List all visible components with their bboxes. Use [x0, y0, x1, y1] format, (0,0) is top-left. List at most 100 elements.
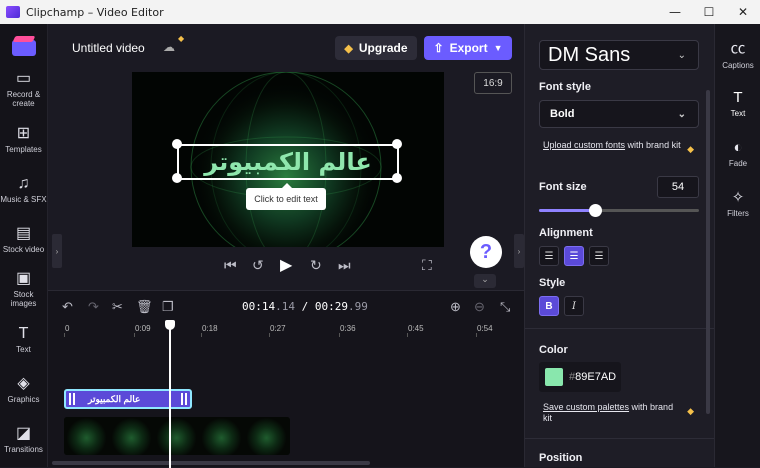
rail-item-label: Captions: [722, 60, 754, 70]
sidebar-item-label: Graphics: [7, 394, 40, 404]
align-center-icon: ☰: [569, 250, 579, 262]
font-family-select[interactable]: DM Sans ⌄: [539, 40, 699, 70]
resize-handle[interactable]: [172, 173, 182, 183]
window-title: Clipchamp – Video Editor: [26, 5, 164, 19]
bold-button[interactable]: B: [539, 296, 559, 316]
text-properties-panel: DM Sans ⌄ Font style Bold ⌄ Upload custo…: [524, 24, 715, 467]
delete-trash-icon[interactable]: 🗑: [136, 299, 153, 315]
ruler-tick-label: 0: [65, 324, 70, 333]
ruler-tick: [64, 333, 65, 337]
fullscreen-icon[interactable]: ⛶: [422, 257, 432, 274]
split-scissors-icon[interactable]: ✂: [112, 299, 123, 315]
italic-button[interactable]: I: [564, 296, 584, 316]
sidebar-item-label: Text: [16, 344, 31, 354]
color-swatch[interactable]: [545, 368, 563, 386]
undo-icon[interactable]: ↶: [62, 299, 73, 315]
zoom-in-icon[interactable]: ⊕: [450, 299, 461, 315]
upload-fonts-link[interactable]: Upload custom fonts: [543, 140, 625, 150]
align-right-button[interactable]: ☰: [589, 246, 609, 266]
rail-item-fade[interactable]: ◐ Fade: [715, 128, 760, 178]
panel-scrollbar[interactable]: [706, 90, 710, 414]
video-preview[interactable]: عالم الكمبيوتر: [132, 72, 444, 247]
sidebar-item-stock-video[interactable]: ▤ Stock video: [0, 214, 47, 264]
rail-item-text[interactable]: T Text: [715, 78, 760, 128]
sidebar-item-graphics[interactable]: ◈ Graphics: [0, 364, 47, 414]
expand-left-panel-icon[interactable]: ›: [52, 234, 62, 268]
close-button[interactable]: ✕: [726, 0, 760, 24]
font-style-select[interactable]: Bold ⌄: [539, 100, 699, 128]
sidebar-item-record-create[interactable]: ▭ Record & create: [0, 64, 47, 114]
preview-text-overlay[interactable]: عالم الكمبيوتر: [177, 144, 399, 180]
duplicate-icon[interactable]: ❐: [162, 299, 174, 315]
rail-item-filters[interactable]: ✧ Filters: [715, 178, 760, 228]
ruler-tick: [476, 333, 477, 337]
sidebar-item-transitions[interactable]: ◪ Transitions: [0, 414, 47, 464]
ruler-tick-label: 0:36: [340, 324, 356, 333]
timecode: 00:14.14 / 00:29.99: [242, 300, 368, 313]
sidebar-item-label: Templates: [5, 144, 42, 154]
upgrade-button[interactable]: ◆ Upgrade: [335, 36, 417, 60]
resize-handle[interactable]: [172, 139, 182, 149]
resize-handle[interactable]: [392, 173, 402, 183]
font-size-input[interactable]: 54: [657, 176, 699, 198]
rewind-5-icon[interactable]: ↺: [252, 257, 264, 274]
chevron-down-icon: ⌄: [677, 108, 686, 120]
time-ruler[interactable]: 0 0:09 0:18 0:27 0:36 0:45 0:54: [48, 321, 524, 337]
color-picker[interactable]: #89E7AD: [539, 362, 621, 392]
redo-icon[interactable]: ↷: [88, 299, 99, 315]
sidebar-item-label: Transitions: [4, 444, 43, 454]
film-icon: ▤: [15, 224, 32, 242]
video-clip[interactable]: [64, 417, 290, 455]
ruler-tick: [407, 333, 408, 337]
play-icon[interactable]: ▶: [280, 255, 292, 275]
video-thumbnail: [244, 417, 289, 455]
upload-fonts-text: Upload custom fonts with brand kit: [543, 140, 683, 151]
skip-back-icon[interactable]: ⏮: [224, 257, 237, 274]
chevron-down-icon: ▼: [493, 43, 503, 53]
cloud-off-icon[interactable]: ☁: [163, 40, 175, 54]
font-family-value: DM Sans: [548, 43, 631, 66]
collapse-preview-icon[interactable]: ⌄: [474, 274, 496, 288]
clip-trim-handle-left[interactable]: [69, 393, 75, 405]
fit-timeline-icon[interactable]: ⤡: [500, 299, 510, 315]
minimize-button[interactable]: —: [658, 0, 692, 24]
color-hex-value: 89E7AD: [575, 371, 617, 383]
video-thumbnail: [199, 417, 244, 455]
property-rail: ㏄ Captions T Text ◐ Fade ✧ Filters: [714, 24, 760, 467]
ruler-tick-label: 0:18: [202, 324, 218, 333]
resize-handle[interactable]: [392, 139, 402, 149]
help-button[interactable]: ?: [470, 236, 502, 268]
export-button[interactable]: ⇧ Export ▼: [424, 36, 512, 60]
total-time-ms: .99: [348, 300, 368, 313]
clip-trim-handle-right[interactable]: [181, 393, 187, 405]
window-titlebar: Clipchamp – Video Editor — ☐ ✕: [0, 0, 760, 24]
color-hex[interactable]: #89E7AD: [569, 371, 616, 383]
timeline-scrollbar[interactable]: [52, 461, 370, 465]
align-center-button[interactable]: ☰: [564, 246, 584, 266]
edit-text-tooltip: Click to edit text: [246, 183, 326, 210]
color-label: Color: [539, 344, 568, 356]
sidebar-item-text[interactable]: T Text: [0, 314, 47, 364]
transitions-icon: ◪: [15, 424, 32, 442]
sidebar-item-stock-images[interactable]: ▣ Stock images: [0, 264, 47, 314]
zoom-out-icon[interactable]: ⊖: [474, 299, 485, 315]
font-size-slider[interactable]: [539, 204, 699, 217]
slider-knob[interactable]: [589, 204, 602, 217]
skip-forward-icon[interactable]: ⏭: [338, 257, 351, 274]
collapse-right-panel-icon[interactable]: ›: [514, 234, 524, 268]
aspect-ratio-button[interactable]: 16:9: [474, 72, 512, 94]
project-name[interactable]: Untitled video: [72, 41, 145, 55]
text-clip[interactable]: عالم الكمبيوتر: [64, 389, 192, 409]
align-left-button[interactable]: ☰: [539, 246, 559, 266]
current-time-ms: .14: [275, 300, 295, 313]
clipchamp-logo-icon[interactable]: [11, 36, 36, 56]
sidebar-item-music-sfx[interactable]: ♫ Music & SFX: [0, 164, 47, 214]
maximize-button[interactable]: ☐: [692, 0, 726, 24]
playhead[interactable]: [165, 320, 175, 468]
rail-item-captions[interactable]: ㏄ Captions: [715, 28, 760, 78]
forward-5-icon[interactable]: ↻: [310, 257, 322, 274]
save-palettes-link[interactable]: Save custom palettes: [543, 402, 629, 412]
sidebar-item-templates[interactable]: ⊞ Templates: [0, 114, 47, 164]
ruler-tick-label: 0:27: [270, 324, 286, 333]
position-label: Position: [539, 452, 583, 464]
